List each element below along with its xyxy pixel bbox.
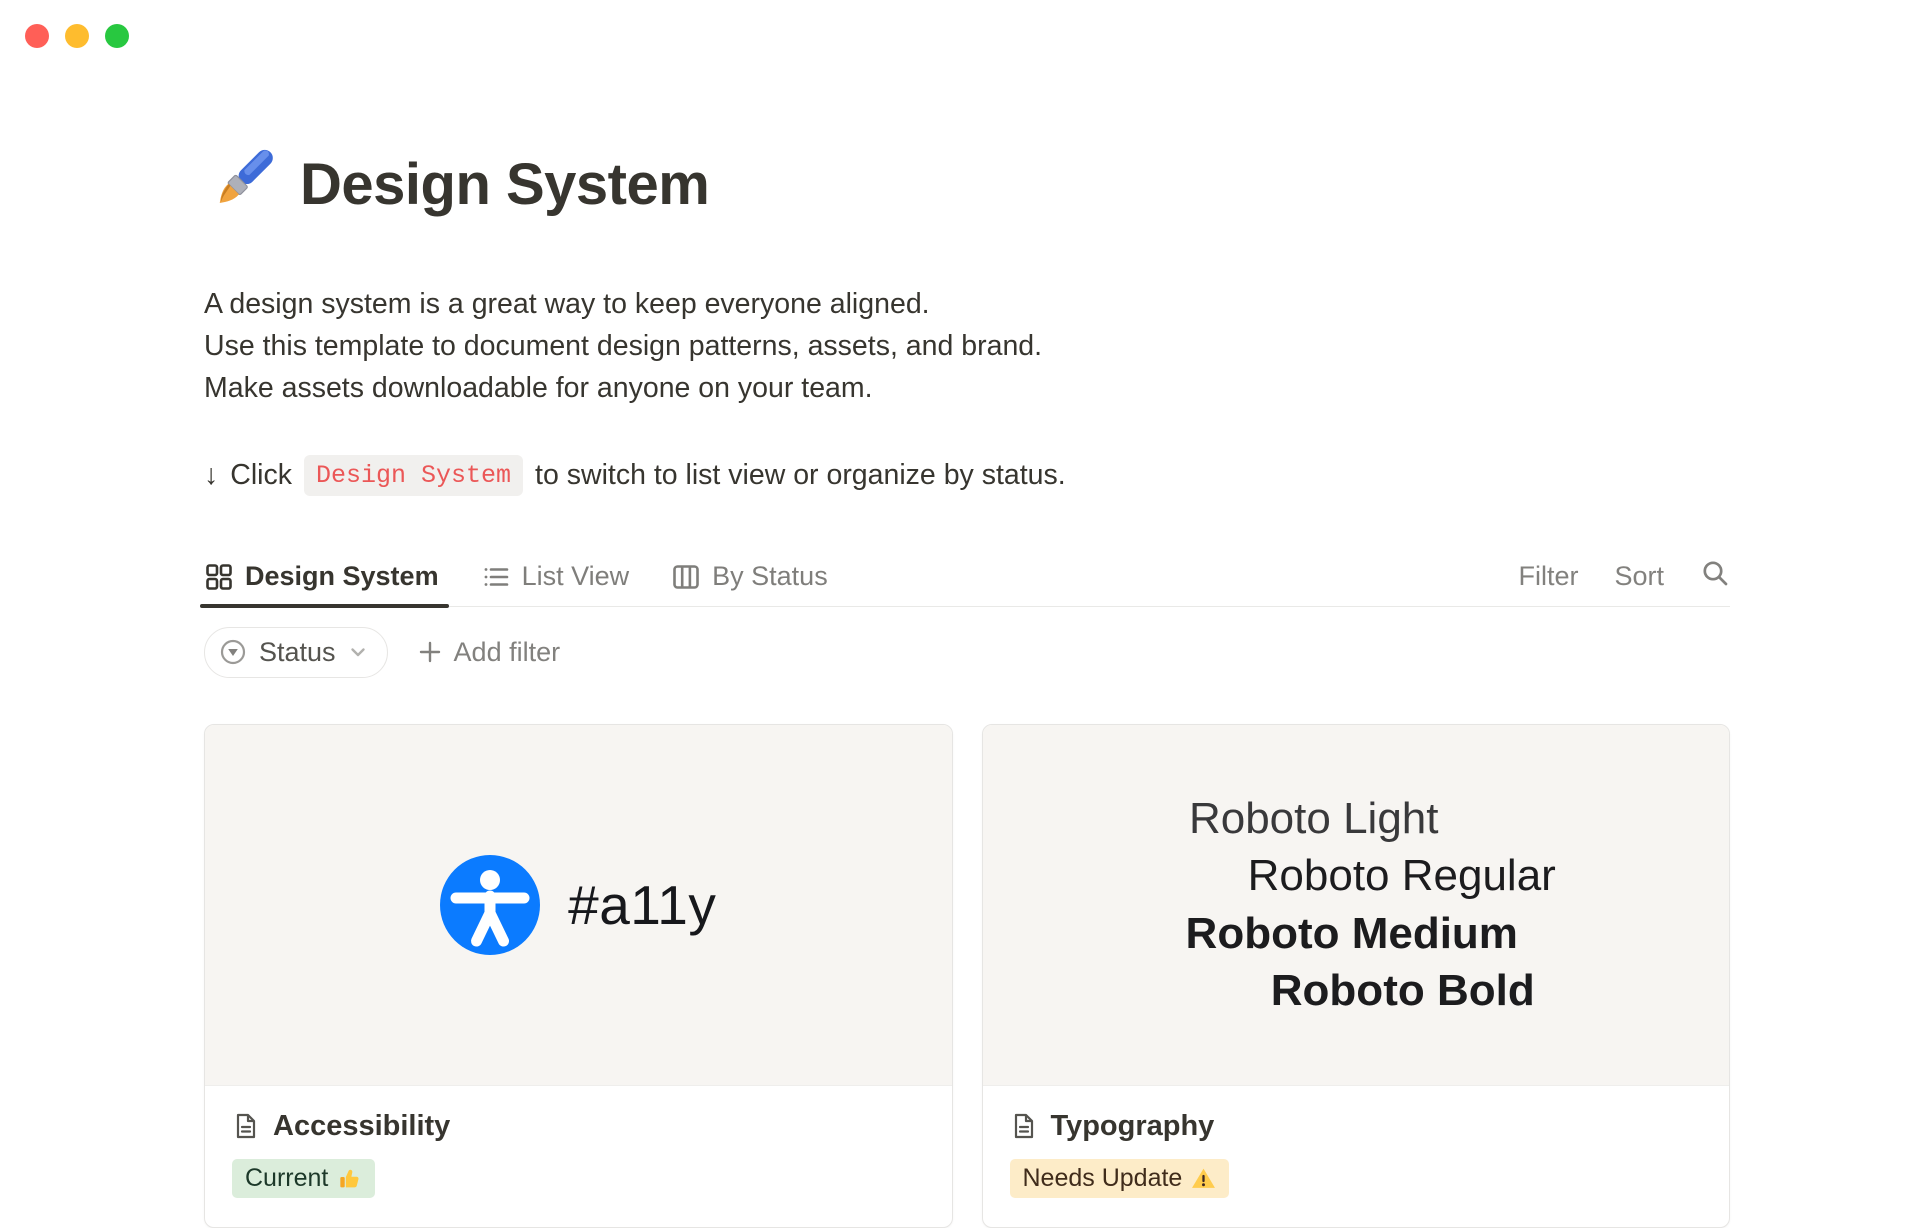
- page-document-icon: [232, 1112, 260, 1140]
- description-line: A design system is a great way to keep e…: [204, 283, 1730, 325]
- status-badge-current: Current: [232, 1159, 375, 1198]
- badge-label: Needs Update: [1023, 1164, 1183, 1193]
- hint-line[interactable]: ↓ Click Design System to switch to list …: [204, 455, 1730, 496]
- tab-list-view[interactable]: List View: [481, 548, 630, 606]
- status-filter-chip[interactable]: Status: [204, 627, 388, 678]
- gallery-grid-icon: [204, 562, 234, 592]
- page-title[interactable]: Design System: [300, 151, 709, 218]
- tab-label: Design System: [245, 561, 439, 592]
- card-title-row: Accessibility: [232, 1110, 925, 1143]
- card-title-row: Typography: [1010, 1110, 1703, 1143]
- card-typography[interactable]: Roboto Light Roboto Regular Roboto Mediu…: [982, 724, 1731, 1228]
- hint-prefix: Click: [230, 459, 292, 492]
- down-arrow-icon: ↓: [204, 459, 218, 492]
- minimize-window-button[interactable]: [65, 24, 89, 48]
- gallery-cards: #a11y Accessibility Cu: [204, 724, 1730, 1228]
- status-badge-needs-update: Needs Update: [1010, 1159, 1230, 1198]
- board-columns-icon: [671, 562, 701, 592]
- search-icon[interactable]: [1700, 558, 1730, 595]
- view-controls: Filter Sort: [1518, 558, 1730, 595]
- add-filter-label: Add filter: [454, 637, 561, 668]
- card-accessibility[interactable]: #a11y Accessibility Cu: [204, 724, 953, 1228]
- accessibility-icon: [440, 855, 540, 955]
- status-chip-label: Status: [259, 637, 336, 668]
- database-view-toolbar: Design System List View: [204, 548, 1730, 607]
- badge-label: Current: [245, 1164, 328, 1193]
- card-body: Typography Needs Update: [983, 1086, 1730, 1222]
- page-document-icon: [1010, 1112, 1038, 1140]
- page-description[interactable]: A design system is a great way to keep e…: [204, 283, 1730, 409]
- card-title: Accessibility: [273, 1110, 450, 1143]
- font-specimen: Roboto Light Roboto Regular Roboto Mediu…: [1190, 790, 1522, 1020]
- specimen-line-regular: Roboto Regular: [1248, 847, 1556, 905]
- add-filter-button[interactable]: Add filter: [416, 637, 561, 668]
- description-line: Use this template to document design pat…: [204, 325, 1730, 367]
- tab-label: List View: [522, 561, 630, 592]
- chevron-down-icon: [347, 641, 369, 663]
- filter-bar: Status Add filter: [204, 627, 1730, 678]
- warning-icon: [1191, 1166, 1216, 1191]
- window-controls: [25, 24, 129, 48]
- plus-icon: [416, 638, 444, 666]
- card-preview: Roboto Light Roboto Regular Roboto Mediu…: [983, 725, 1730, 1086]
- close-window-button[interactable]: [25, 24, 49, 48]
- sort-button[interactable]: Sort: [1614, 561, 1664, 592]
- a11y-hashtag: #a11y: [568, 873, 716, 937]
- card-title: Typography: [1051, 1110, 1215, 1143]
- accessibility-preview: #a11y: [440, 855, 716, 955]
- view-tabs: Design System List View: [204, 548, 870, 606]
- specimen-line-medium: Roboto Medium: [1186, 905, 1518, 963]
- inline-code: Design System: [304, 455, 523, 496]
- description-line: Make assets downloadable for anyone on y…: [204, 367, 1730, 409]
- specimen-line-light: Roboto Light: [1189, 790, 1439, 848]
- page-content: Design System A design system is a great…: [204, 0, 1730, 1228]
- tab-label: By Status: [712, 561, 828, 592]
- zoom-window-button[interactable]: [105, 24, 129, 48]
- card-preview: #a11y: [205, 725, 952, 1086]
- page-title-row: Design System: [204, 112, 1730, 257]
- tab-design-system[interactable]: Design System: [204, 548, 439, 606]
- tab-by-status[interactable]: By Status: [671, 548, 828, 606]
- hint-suffix: to switch to list view or organize by st…: [535, 459, 1066, 492]
- paintbrush-icon: [204, 147, 278, 221]
- filter-button[interactable]: Filter: [1518, 561, 1578, 592]
- card-body: Accessibility Current: [205, 1086, 952, 1222]
- specimen-line-bold: Roboto Bold: [1271, 962, 1535, 1020]
- bulleted-list-icon: [481, 562, 511, 592]
- status-circle-triangle-icon: [218, 637, 248, 667]
- thumbs-up-icon: [337, 1166, 362, 1191]
